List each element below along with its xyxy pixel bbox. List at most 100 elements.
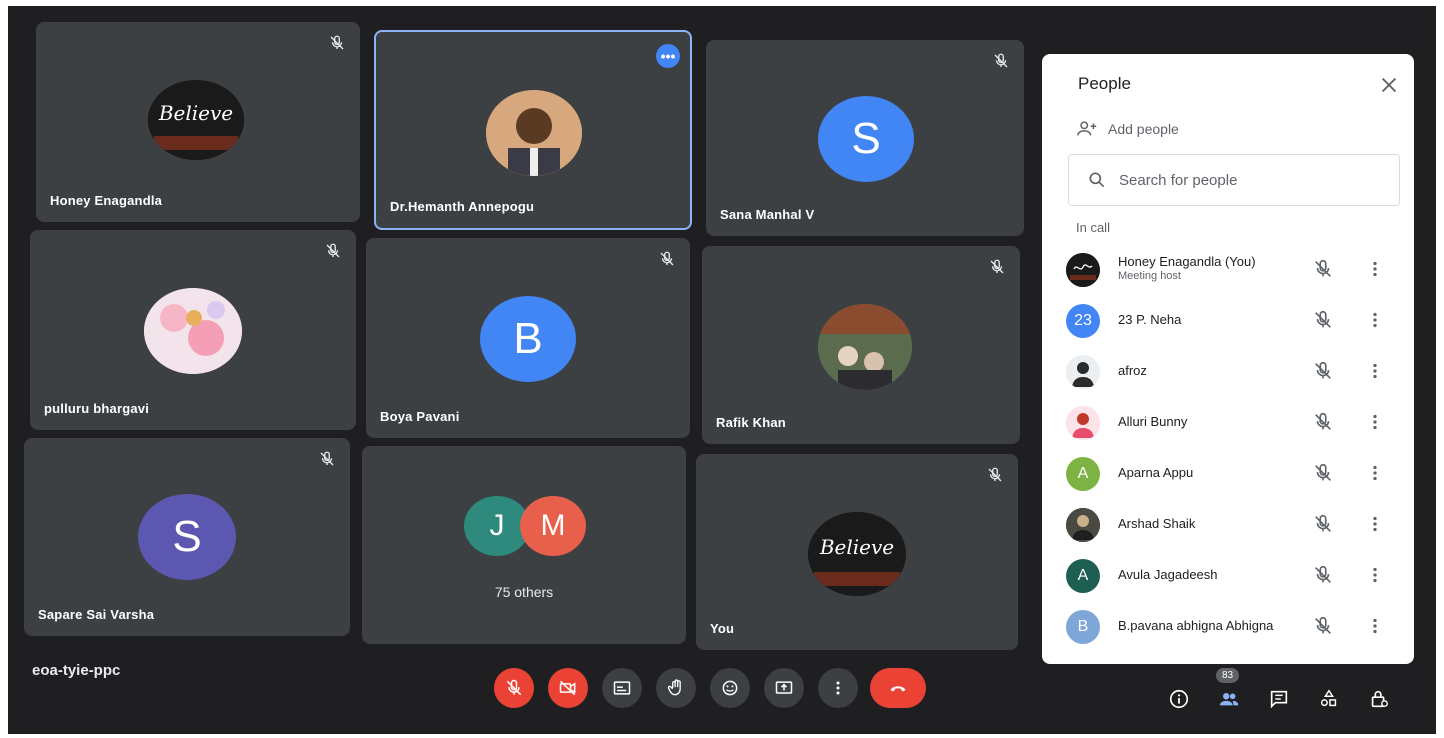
muted-mic-icon[interactable] — [1312, 615, 1334, 637]
muted-mic-icon[interactable] — [1312, 411, 1334, 433]
flower-photo-avatar — [144, 288, 242, 374]
person-name: Arshad Shaik — [1118, 516, 1196, 531]
emoji-icon — [722, 680, 738, 696]
muted-mic-icon[interactable] — [1312, 258, 1334, 280]
believe-text: Believe — [158, 101, 233, 125]
group-photo-avatar — [818, 304, 912, 390]
person-name: Honey Enagandla (You) — [1118, 254, 1256, 269]
meet-screen: Believe Honey Enagandla ••• Dr.Hemanth A… — [8, 6, 1436, 734]
muted-mic-icon — [986, 466, 1004, 484]
muted-mic-icon[interactable] — [1312, 513, 1334, 535]
search-icon — [1089, 172, 1105, 188]
more-vertical-icon[interactable] — [1364, 564, 1386, 586]
list-item[interactable]: Honey Enagandla (You) Meeting host — [1042, 244, 1414, 295]
meeting-code: eoa-tyie-ppc — [32, 662, 121, 679]
people-icon — [1219, 693, 1239, 706]
participant-name: Sapare Sai Varsha — [38, 607, 155, 622]
close-icon[interactable] — [1378, 74, 1400, 96]
person-name: Alluri Bunny — [1118, 414, 1188, 429]
participant-tile[interactable]: Rafik Khan — [702, 246, 1020, 444]
chat-icon — [1270, 690, 1288, 709]
person-role: Meeting host — [1118, 270, 1181, 282]
leave-call-button[interactable] — [870, 668, 926, 708]
more-vertical-icon[interactable] — [1364, 309, 1386, 331]
participant-name: Honey Enagandla — [50, 193, 163, 208]
meeting-details-button[interactable] — [1166, 686, 1192, 712]
muted-mic-icon — [658, 250, 676, 268]
participant-tile[interactable]: S Sana Manhal V — [706, 40, 1024, 236]
believe-avatar — [1066, 252, 1100, 287]
more-vertical-icon[interactable] — [1364, 411, 1386, 433]
more-vertical-icon[interactable] — [1364, 360, 1386, 382]
people-button[interactable] — [1216, 686, 1242, 712]
muted-mic-icon[interactable] — [1312, 564, 1334, 586]
others-tile[interactable]: J M 75 others — [362, 446, 686, 644]
participant-name: Rafik Khan — [716, 415, 786, 430]
people-panel: People Add people In call Honey Enagandl… — [1042, 54, 1414, 664]
more-options-button[interactable] — [818, 668, 858, 708]
more-vertical-icon[interactable] — [1364, 513, 1386, 535]
muted-mic-icon — [992, 52, 1010, 70]
more-vertical-icon — [836, 681, 840, 695]
muted-mic-icon — [988, 258, 1006, 276]
muted-mic-icon — [318, 450, 336, 468]
participant-tile-pinned[interactable]: ••• Dr.Hemanth Annepogu — [374, 30, 692, 230]
muted-mic-icon[interactable] — [1312, 462, 1334, 484]
present-icon — [775, 681, 793, 694]
believe-avatar: Believe — [808, 512, 906, 596]
muted-mic-icon[interactable] — [1312, 360, 1334, 382]
chat-button[interactable] — [1266, 686, 1292, 712]
person-name: 23 P. Neha — [1118, 312, 1182, 327]
camera-toggle-button[interactable] — [548, 668, 588, 708]
more-options-icon[interactable]: ••• — [656, 44, 680, 68]
raise-hand-button[interactable] — [656, 668, 696, 708]
person-name: Avula Jagadeesh — [1118, 567, 1218, 582]
add-people-button[interactable]: Add people — [1076, 118, 1179, 140]
participant-tile[interactable]: pulluru bhargavi — [30, 230, 356, 430]
activities-button[interactable] — [1316, 686, 1342, 712]
participant-name: pulluru bhargavi — [44, 401, 150, 416]
believe-text: Believe — [819, 535, 894, 559]
mic-off-icon — [506, 679, 522, 696]
mic-toggle-button[interactable] — [494, 668, 534, 708]
reactions-button[interactable] — [710, 668, 750, 708]
profile-photo-avatar — [1066, 354, 1100, 389]
initial-avatar: S — [818, 96, 914, 182]
self-view-tile[interactable]: Believe You — [696, 454, 1018, 650]
list-item[interactable]: A Avula Jagadeesh — [1042, 550, 1414, 601]
more-vertical-icon[interactable] — [1364, 462, 1386, 484]
participant-tile[interactable]: B Boya Pavani — [366, 238, 690, 438]
profile-photo-avatar — [1066, 405, 1100, 440]
host-controls-button[interactable] — [1366, 686, 1392, 712]
info-icon — [1169, 689, 1189, 709]
captions-icon — [613, 681, 631, 695]
camera-off-icon — [559, 680, 576, 696]
captions-button[interactable] — [602, 668, 642, 708]
search-input[interactable] — [1119, 171, 1369, 189]
more-vertical-icon[interactable] — [1364, 615, 1386, 637]
person-name: B.pavana abhigna Abhigna — [1118, 618, 1274, 633]
initial-avatar: B — [1066, 609, 1100, 644]
participant-name: Sana Manhal V — [720, 207, 815, 222]
profile-photo-avatar — [1066, 507, 1100, 542]
participant-tile[interactable]: S Sapare Sai Varsha — [24, 438, 350, 636]
participant-name: Dr.Hemanth Annepogu — [390, 199, 535, 214]
muted-mic-icon — [328, 34, 346, 52]
list-item[interactable]: Arshad Shaik — [1042, 499, 1414, 550]
in-call-label: In call — [1076, 220, 1110, 235]
present-screen-button[interactable] — [764, 668, 804, 708]
initial-avatar: 23 — [1066, 303, 1100, 338]
more-vertical-icon[interactable] — [1364, 258, 1386, 280]
add-people-label: Add people — [1108, 121, 1179, 137]
initial-avatar: S — [138, 494, 236, 580]
list-item[interactable]: B B.pavana abhigna Abhigna — [1042, 601, 1414, 652]
muted-mic-icon[interactable] — [1312, 309, 1334, 331]
initial-avatar: M — [520, 496, 586, 556]
list-item[interactable]: 23 23 P. Neha — [1042, 295, 1414, 346]
list-item[interactable]: afroz — [1042, 346, 1414, 397]
search-field[interactable] — [1068, 154, 1400, 206]
list-item[interactable]: Alluri Bunny — [1042, 397, 1414, 448]
initial-avatar: A — [1066, 558, 1100, 593]
participant-tile[interactable]: Believe Honey Enagandla — [36, 22, 360, 222]
list-item[interactable]: A Aparna Appu — [1042, 448, 1414, 499]
